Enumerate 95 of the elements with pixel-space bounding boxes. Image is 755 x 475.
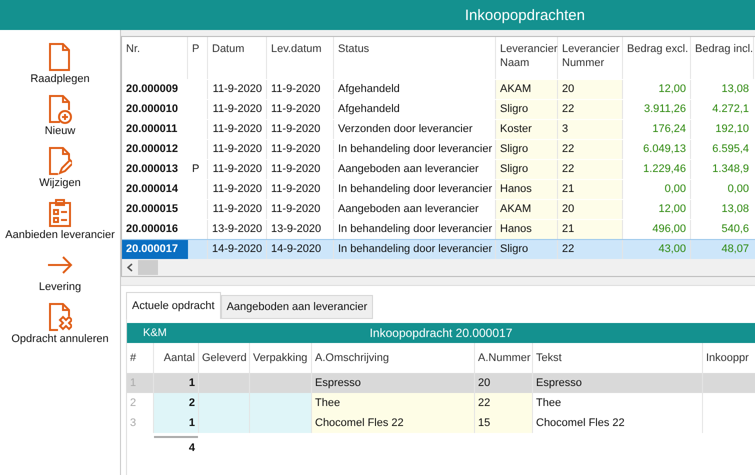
sidebar-button[interactable]: Aanbieden leverancier — [0, 196, 120, 248]
table-row[interactable]: 20.000009 11-9-2020 11-9-2020 Afgehandeld AKAM 20 12,00 13,08 — [122, 79, 755, 99]
table-cell: 11-9-2020 — [208, 140, 267, 159]
table-cell: 11-9-2020 — [208, 80, 267, 99]
table-cell: 11-9-2020 — [267, 120, 334, 139]
table-cell-text: 0,00 — [726, 182, 750, 197]
sidebar-button[interactable]: Nieuw — [0, 92, 120, 144]
table-cell: Thee — [533, 393, 703, 413]
table-cell-text: 1.348,9 — [711, 162, 750, 177]
sidebar-button[interactable]: Opdracht annuleren — [0, 300, 120, 352]
table-cell: Thee — [312, 393, 475, 413]
table-cell: Sligro — [496, 140, 558, 159]
table-cell-text: 4.272,1 — [711, 102, 750, 117]
table-cell: AKAM — [496, 200, 558, 219]
table-cell: 12,00 — [623, 200, 691, 219]
sidebar-button[interactable]: Wijzigen — [0, 144, 120, 196]
table-row[interactable]: 3 1 Chocomel Fles 22 15 Chocomel Fles 22 — [127, 413, 755, 433]
table-cell: 22 — [558, 140, 623, 159]
table-cell: 22 — [475, 393, 533, 413]
table-row[interactable]: 20.000010 11-9-2020 11-9-2020 Afgehandeld Sligro 22 3.911,26 4.272,1 — [122, 99, 755, 119]
table-cell: 11-9-2020 — [267, 160, 334, 179]
table-cell: 20.000017 — [122, 240, 188, 259]
table-cell: 12,00 — [623, 80, 691, 99]
table-cell: 21 — [558, 180, 623, 199]
table-row[interactable]: 20.000013 P 11-9-2020 11-9-2020 Aangeboden aan leverancier Sligro 22 1.229,46 1.348,9 — [122, 159, 755, 179]
table-cell: 15 — [475, 413, 533, 433]
table-cell: 1.229,46 — [623, 160, 691, 179]
table-cell-text: 20.000010 — [125, 102, 179, 117]
table-cell: 3.911,26 — [623, 100, 691, 119]
table-cell: 22 — [558, 100, 623, 119]
total-quantity: 4 — [154, 436, 198, 454]
table-cell: 11-9-2020 — [208, 160, 267, 179]
clipboard-list-icon — [48, 198, 72, 228]
company-label: K&M — [142, 327, 168, 339]
order-title: Inkoopopdracht 20.000017 — [368, 326, 514, 340]
tab[interactable]: Aangeboden aan leverancier — [220, 295, 374, 319]
table-cell: Sligro — [496, 160, 558, 179]
document-plus-icon — [48, 94, 72, 124]
table-cell: 11-9-2020 — [208, 120, 267, 139]
table-cell-text: 20.000009 — [125, 82, 179, 97]
table-row[interactable]: 2 2 Thee 22 Thee — [127, 393, 755, 413]
sidebar-button[interactable]: Raadplegen — [0, 40, 120, 92]
window-title: Inkoopopdrachten — [464, 6, 585, 24]
scrollbar-thumb[interactable] — [138, 260, 158, 275]
table-cell-text: 6.595,4 — [711, 142, 750, 157]
table-cell: Hanos — [496, 180, 558, 199]
sidebar-button[interactable]: Levering — [0, 248, 120, 300]
table-cell: 20 — [558, 200, 623, 219]
table-cell-text: 48,07 — [720, 242, 750, 257]
table-row[interactable]: 20.000014 11-9-2020 11-9-2020 In behandeling door leverancier Hanos 21 0,00 0,00 — [122, 179, 755, 199]
table-cell: 6.049,13 — [623, 140, 691, 159]
table-cell: 21 — [558, 220, 623, 239]
table-cell: 11-9-2020 — [267, 140, 334, 159]
table-cell: 3 — [558, 120, 623, 139]
document-pencil-icon — [48, 146, 72, 176]
table-cell: Espresso — [533, 373, 703, 393]
table-cell: 2 — [154, 393, 199, 413]
table-cell: P — [192, 163, 200, 175]
table-cell: 11-9-2020 — [267, 200, 334, 219]
document-delete-icon — [48, 302, 72, 332]
table-cell: 1 — [154, 413, 199, 433]
table-cell-text: 192,10 — [714, 122, 750, 137]
table-cell-text: 13,08 — [720, 202, 750, 217]
table-cell: 11-9-2020 — [267, 100, 334, 119]
table-cell: 11-9-2020 — [267, 180, 334, 199]
table-cell-text: 20.000011 — [125, 122, 178, 137]
table-cell: 0,00 — [623, 180, 691, 199]
table-cell-text: 20.000014 — [125, 182, 179, 197]
tab[interactable]: Actuele opdracht — [126, 292, 221, 319]
table-cell: 11-9-2020 — [208, 180, 267, 199]
table-cell: Sligro — [496, 100, 558, 119]
table-cell: 22 — [558, 160, 623, 179]
table-cell: 20 — [558, 80, 623, 99]
table-cell: Chocomel Fles 22 — [533, 413, 703, 433]
table-cell: Chocomel Fles 22 — [312, 413, 475, 433]
table-cell-text: 20.000016 — [125, 222, 179, 237]
table-cell: AKAM — [496, 80, 558, 99]
table-cell: 11-9-2020 — [208, 100, 267, 119]
horizontal-scrollbar[interactable] — [122, 259, 755, 276]
table-cell-text: 20.000015 — [125, 202, 179, 217]
chevron-left-icon[interactable] — [127, 263, 133, 272]
table-row[interactable]: 20.000011 11-9-2020 11-9-2020 Verzonden door leverancier Koster 3 176,24 192,10 — [122, 119, 755, 139]
table-cell: 11-9-2020 — [267, 80, 334, 99]
table-cell: Hanos — [496, 220, 558, 239]
table-cell: Koster — [496, 120, 558, 139]
table-cell-text: 13,08 — [720, 82, 750, 97]
table-row[interactable]: 20.000015 11-9-2020 11-9-2020 Aangeboden aan leverancier AKAM 20 12,00 13,08 — [122, 199, 755, 219]
table-cell: 11-9-2020 — [208, 200, 267, 219]
table-row[interactable]: 20.000017 14-9-2020 14-9-2020 In behandeling door leverancier Sligro 22 43,00 48,07 — [122, 239, 755, 259]
table-cell-text: 540,6 — [720, 222, 750, 237]
table-cell: 176,24 — [623, 120, 691, 139]
table-cell-text: 20.000013 — [125, 162, 179, 177]
table-cell-text: 20.000012 — [125, 142, 179, 157]
document-icon — [48, 42, 72, 72]
table-row[interactable]: 20.000012 11-9-2020 11-9-2020 In behandeling door leverancier Sligro 22 6.049,13 6.595,4 — [122, 139, 755, 159]
